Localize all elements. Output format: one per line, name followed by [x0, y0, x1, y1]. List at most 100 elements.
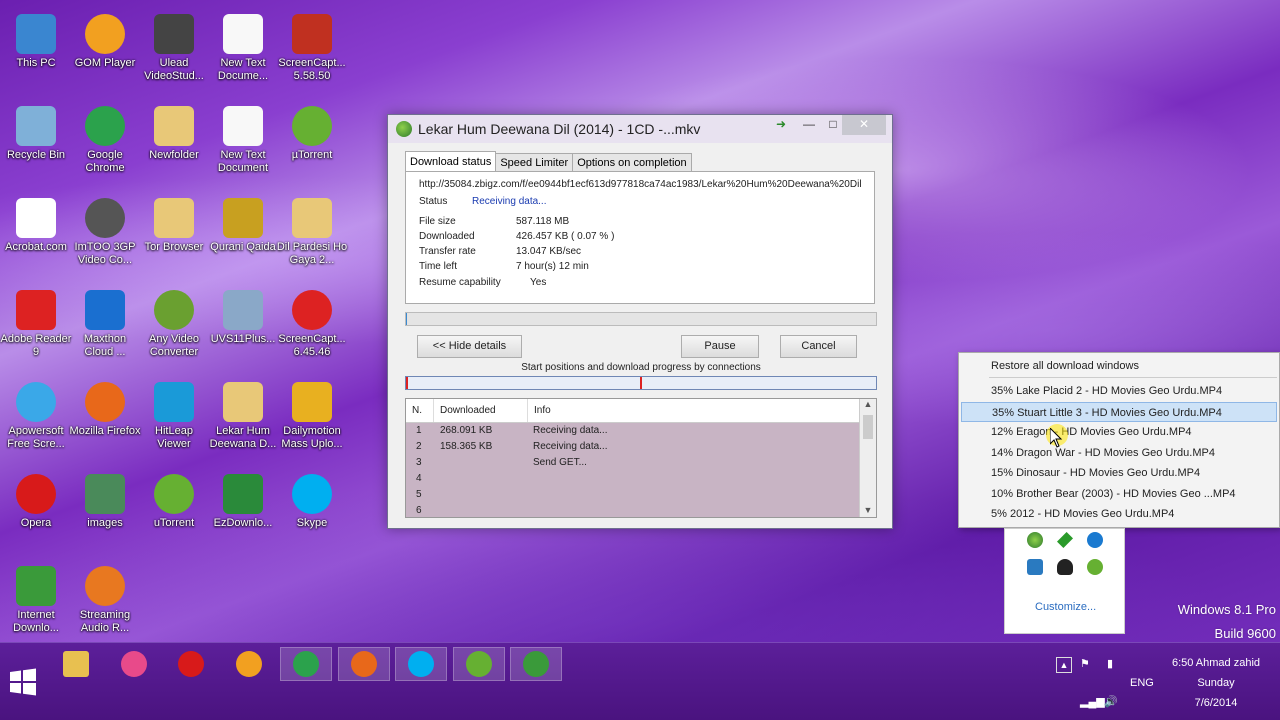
scroll-thumb[interactable]: [863, 415, 873, 439]
tray-app-icon[interactable]: [1057, 559, 1073, 575]
hide-details-button[interactable]: << Hide details: [417, 335, 522, 358]
pause-button[interactable]: Pause: [681, 335, 759, 358]
desktop-icon[interactable]: Recycle Bin: [0, 100, 72, 188]
desktop-icon[interactable]: EzDownlo...: [207, 468, 279, 556]
tab-options-on-completion[interactable]: Options on completion: [572, 153, 692, 173]
connections-table[interactable]: N. Downloaded Info 1 268.091 KB Receiving …: [405, 398, 877, 518]
row-number: 4: [416, 473, 422, 484]
desktop-icon[interactable]: Qurani Qaida: [207, 192, 279, 280]
desktop-icon[interactable]: GOM Player: [69, 8, 141, 96]
download-menu-item[interactable]: 12% Eragon - HD Movies Geo Urdu.MP4: [961, 422, 1277, 442]
desktop-icon[interactable]: Ulead VideoStud...: [138, 8, 210, 96]
desktop-icon[interactable]: Apowersoft Free Scre...: [0, 376, 72, 464]
desktop-icon[interactable]: Google Chrome: [69, 100, 141, 188]
desktop-icon[interactable]: Adobe Reader 9: [0, 284, 72, 372]
download-progress-bar: [405, 312, 877, 326]
clock-day[interactable]: Sunday: [1160, 677, 1272, 689]
table-scrollbar[interactable]: ▲ ▼: [859, 399, 876, 517]
desktop-icon[interactable]: New Text Document: [207, 100, 279, 188]
taskbar-app-button[interactable]: [510, 647, 562, 681]
desktop-icon-label: ScreenCapt... 5.58.50: [278, 57, 346, 82]
taskbar-app-button[interactable]: [395, 647, 447, 681]
scroll-up-icon[interactable]: ▲: [860, 399, 876, 409]
clock-time[interactable]: 6:50 Ahmad zahid: [1160, 657, 1272, 669]
resume-value: Yes: [530, 277, 547, 288]
desktop-icon-label: Google Chrome: [85, 149, 125, 174]
download-window[interactable]: Lekar Hum Deewana Dil (2014) - 1CD -...m…: [387, 114, 893, 529]
desktop-icon[interactable]: This PC: [0, 8, 72, 96]
desktop-icon-label: HitLeap Viewer: [155, 425, 193, 450]
header-downloaded[interactable]: Downloaded: [434, 399, 528, 422]
desktop-icon-label: Lekar Hum Deewana D...: [209, 425, 277, 450]
download-menu-item[interactable]: 35% Stuart Little 3 - HD Movies Geo Urdu…: [961, 401, 1277, 422]
restore-all-menu-item[interactable]: Restore all download windows: [961, 356, 1277, 376]
network-globe-icon[interactable]: [1087, 532, 1103, 548]
scroll-down-icon[interactable]: ▼: [860, 505, 876, 515]
tab-download-status[interactable]: Download status: [405, 151, 497, 173]
desktop-icon[interactable]: Opera: [0, 468, 72, 556]
customize-link[interactable]: Customize...: [1035, 601, 1096, 613]
desktop-icon[interactable]: Streaming Audio R...: [69, 560, 141, 648]
clock-date[interactable]: 7/6/2014: [1160, 697, 1272, 709]
screencapture-icon: [292, 14, 332, 54]
desktop-icon-label: Mozilla Firefox: [69, 425, 141, 437]
desktop-icon[interactable]: Maxthon Cloud ...: [69, 284, 141, 372]
desktop-icon[interactable]: Newfolder: [138, 100, 210, 188]
close-button[interactable]: ✕: [842, 115, 886, 135]
taskbar-app-button[interactable]: [452, 647, 505, 681]
download-menu-item[interactable]: 5% 2012 - HD Movies Geo Urdu.MP4: [961, 504, 1277, 524]
desktop-icon[interactable]: Dailymotion Mass Uplo...: [276, 376, 348, 464]
desktop-icon[interactable]: ScreenCapt... 6.45.46: [276, 284, 348, 372]
desktop-icon[interactable]: ImTOO 3GP Video Co...: [69, 192, 141, 280]
desktop-icon[interactable]: uTorrent: [138, 468, 210, 556]
language-indicator[interactable]: ENG: [1130, 677, 1154, 689]
chrome-icon: [85, 106, 125, 146]
desktop-icon[interactable]: Any Video Converter: [138, 284, 210, 372]
desktop-icon[interactable]: ScreenCapt... 5.58.50: [276, 8, 348, 96]
desktop-icon[interactable]: Dil Pardesi Ho Gaya 2...: [276, 192, 348, 280]
volume-icon[interactable]: 🔊: [1104, 695, 1118, 708]
signal-icon[interactable]: ▂▄▆: [1080, 695, 1105, 708]
tab-speed-limiter[interactable]: Speed Limiter: [495, 153, 574, 173]
taskbar-app-button[interactable]: [223, 647, 275, 681]
desktop-icon[interactable]: Skype: [276, 468, 348, 556]
opera-icon: [178, 651, 204, 677]
download-menu-item[interactable]: 35% Lake Placid 2 - HD Movies Geo Urdu.M…: [961, 381, 1277, 401]
cancel-button[interactable]: Cancel: [780, 335, 857, 358]
taskbar-app-button[interactable]: [50, 647, 102, 681]
download-menu-item[interactable]: 10% Brother Bear (2003) - HD Movies Geo …: [961, 484, 1277, 504]
battery-icon[interactable]: ▮: [1107, 657, 1113, 670]
windows-start-icon[interactable]: [8, 667, 38, 697]
maxthon-icon: [85, 290, 125, 330]
header-n[interactable]: N.: [406, 399, 434, 422]
gom-player-icon: [235, 651, 262, 677]
desktop-icon[interactable]: Lekar Hum Deewana D...: [207, 376, 279, 464]
desktop-icon[interactable]: UVS11Plus...: [207, 284, 279, 372]
taskbar-app-button[interactable]: [280, 647, 332, 681]
header-info[interactable]: Info: [528, 399, 858, 422]
minimize-button[interactable]: —: [796, 115, 822, 135]
show-hidden-icons-button[interactable]: ▲: [1056, 657, 1072, 673]
download-menu-item[interactable]: 14% Dragon War - HD Movies Geo Urdu.MP4: [961, 443, 1277, 463]
desktop-icon[interactable]: images: [69, 468, 141, 556]
desktop-icon[interactable]: HitLeap Viewer: [138, 376, 210, 464]
desktop-icon[interactable]: Internet Downlo...: [0, 560, 72, 648]
flag-icon[interactable]: ⚑: [1080, 657, 1090, 670]
taskbar-app-button[interactable]: [165, 647, 217, 681]
desktop-icon[interactable]: New Text Docume...: [207, 8, 279, 96]
download-menu-item[interactable]: 15% Dinosaur - HD Movies Geo Urdu.MP4: [961, 463, 1277, 483]
row-downloaded: 158.365 KB: [440, 441, 493, 452]
screen-capture-tray-icon[interactable]: [1027, 559, 1043, 575]
desktop-icon-label: Acrobat.com: [5, 241, 67, 253]
desktop-icon[interactable]: µTorrent: [276, 100, 348, 188]
download-arrow-icon[interactable]: [1057, 532, 1073, 548]
utorrent-tray-icon[interactable]: [1087, 559, 1103, 575]
desktop-icon[interactable]: Acrobat.com: [0, 192, 72, 280]
arrow-icon[interactable]: ➜: [768, 115, 794, 135]
taskbar-app-button[interactable]: [108, 647, 160, 681]
desktop-icon[interactable]: Tor Browser: [138, 192, 210, 280]
desktop-icon[interactable]: Mozilla Firefox: [69, 376, 141, 464]
desktop-icon-label: ScreenCapt... 6.45.46: [278, 333, 346, 358]
taskbar-app-button[interactable]: [337, 647, 390, 681]
idm-tray-icon[interactable]: [1027, 532, 1043, 548]
